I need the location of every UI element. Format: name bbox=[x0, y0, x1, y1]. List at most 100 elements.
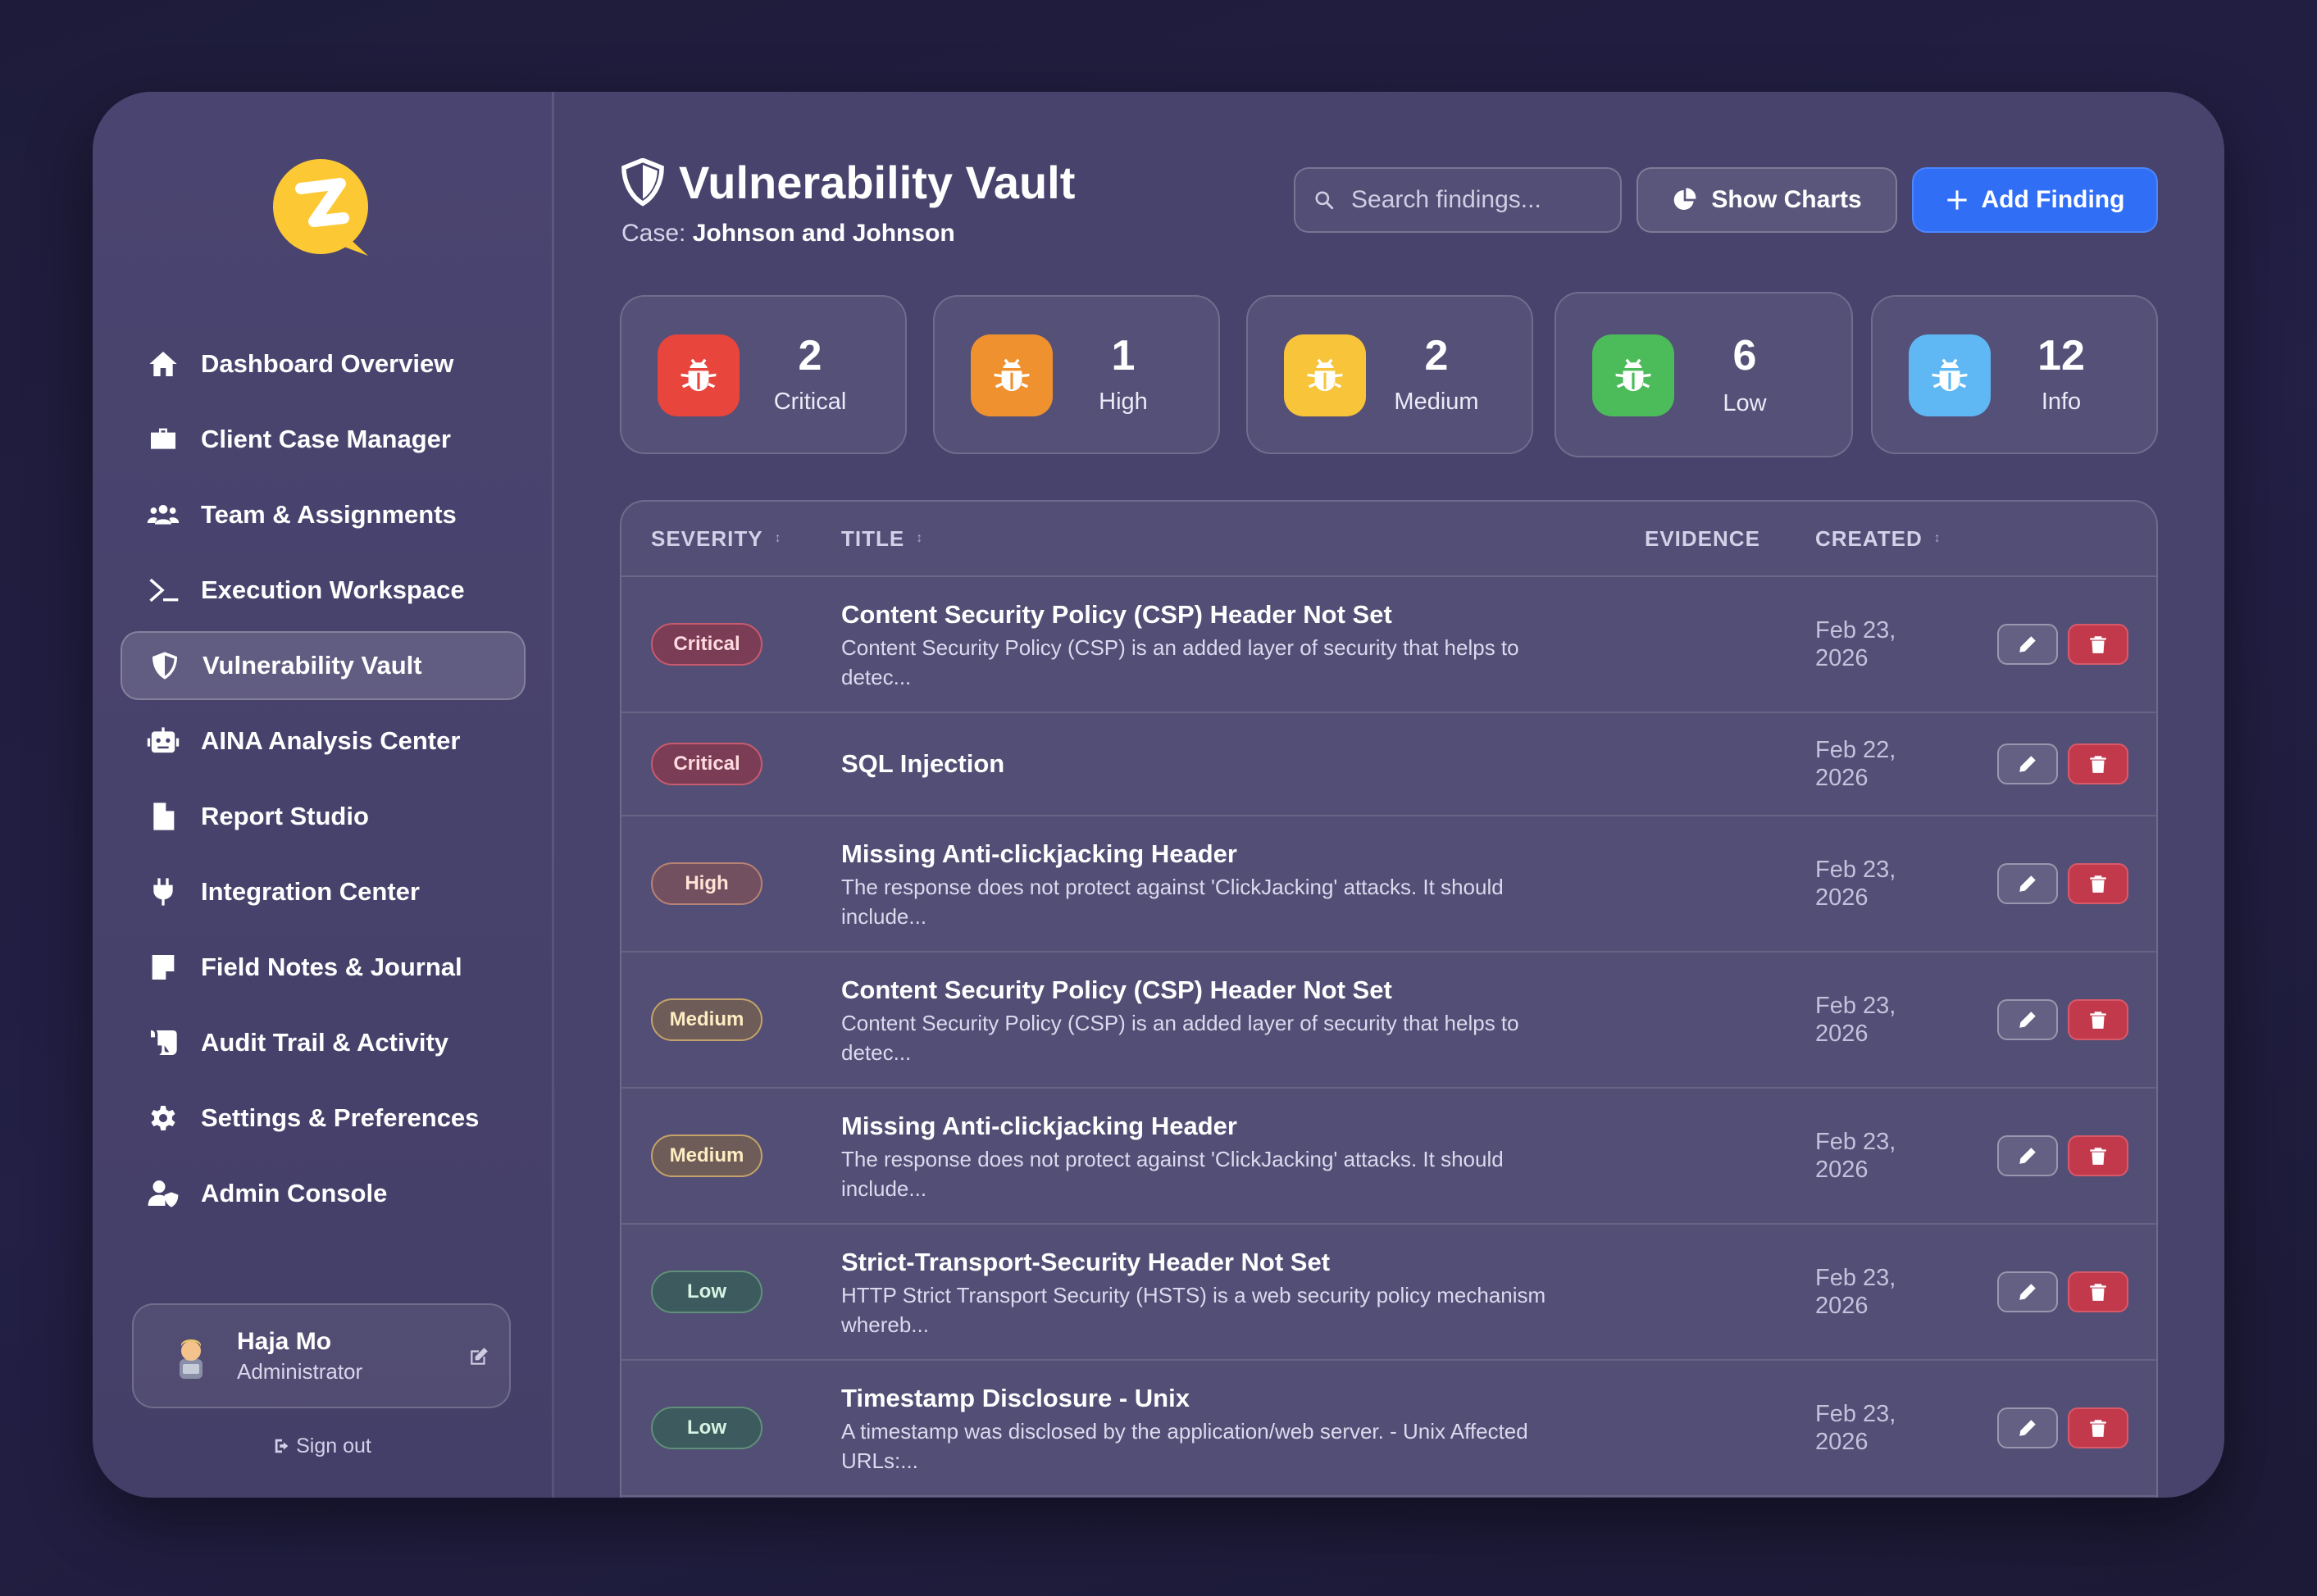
terminal-icon bbox=[145, 572, 181, 608]
pencil-icon bbox=[2019, 1420, 2036, 1436]
sidebar-item-integration-center[interactable]: Integration Center bbox=[121, 857, 526, 926]
sidebar-item-label: AINA Analysis Center bbox=[201, 726, 461, 755]
pencil-icon bbox=[2019, 756, 2036, 772]
edit-button[interactable] bbox=[1997, 999, 2058, 1040]
trash-icon bbox=[2090, 1012, 2106, 1029]
stat-card-critical[interactable]: 2 Critical bbox=[620, 295, 907, 454]
delete-button[interactable] bbox=[2068, 1407, 2128, 1448]
stat-card-high[interactable]: 1 High bbox=[933, 295, 1220, 454]
finding-description: Content Security Policy (CSP) is an adde… bbox=[841, 635, 1519, 689]
delete-button[interactable] bbox=[2068, 624, 2128, 665]
edit-button[interactable] bbox=[1997, 1135, 2058, 1176]
users-icon bbox=[145, 497, 181, 533]
add-finding-button[interactable]: Add Finding bbox=[1912, 167, 2158, 233]
finding-title[interactable]: Strict-Transport-Security Header Not Set bbox=[841, 1248, 1330, 1277]
table-row[interactable]: Low Timestamp Disclosure - Unix A timest… bbox=[621, 1361, 2156, 1497]
edit-profile-icon[interactable] bbox=[468, 1346, 489, 1367]
sidebar-item-aina-analysis[interactable]: AINA Analysis Center bbox=[121, 707, 526, 775]
user-info: Haja Mo Administrator bbox=[237, 1328, 362, 1385]
sidebar-item-label: Client Case Manager bbox=[201, 425, 451, 453]
sidebar-item-label: Admin Console bbox=[201, 1179, 388, 1207]
finding-description: Content Security Policy (CSP) is an adde… bbox=[841, 1011, 1519, 1065]
search-input[interactable] bbox=[1350, 185, 1615, 215]
edit-button[interactable] bbox=[1997, 1271, 2058, 1312]
stat-label: Info bbox=[2041, 389, 2082, 415]
finding-title[interactable]: Timestamp Disclosure - Unix bbox=[841, 1384, 1190, 1413]
pencil-icon bbox=[2019, 1012, 2036, 1028]
case-subtitle: Case: Johnson and Johnson bbox=[621, 220, 955, 248]
created-date: Feb 23, 2026 bbox=[1815, 993, 1896, 1047]
column-header-created[interactable]: CREATED ↕ bbox=[1815, 526, 1941, 552]
sidebar-item-settings[interactable]: Settings & Preferences bbox=[121, 1084, 526, 1153]
home-icon bbox=[145, 346, 181, 382]
sidebar-item-audit-trail[interactable]: Audit Trail & Activity bbox=[121, 1008, 526, 1077]
table-row[interactable]: Medium Content Security Policy (CSP) Hea… bbox=[621, 953, 2156, 1089]
show-charts-button[interactable]: Show Charts bbox=[1636, 167, 1897, 233]
pencil-icon bbox=[2019, 1148, 2036, 1164]
bug-icon bbox=[1284, 334, 1366, 416]
robot-icon bbox=[145, 723, 181, 759]
finding-description: HTTP Strict Transport Security (HSTS) is… bbox=[841, 1283, 1546, 1337]
delete-button[interactable] bbox=[2068, 743, 2128, 784]
edit-button[interactable] bbox=[1997, 863, 2058, 904]
finding-title[interactable]: Content Security Policy (CSP) Header Not… bbox=[841, 600, 1392, 630]
stat-count: 1 bbox=[1111, 332, 1136, 380]
sign-out-link[interactable]: Sign out bbox=[93, 1435, 552, 1458]
severity-badge: Critical bbox=[651, 743, 762, 785]
sidebar-item-report-studio[interactable]: Report Studio bbox=[121, 782, 526, 851]
app-logo[interactable] bbox=[271, 157, 375, 261]
table-row[interactable]: Critical Content Security Policy (CSP) H… bbox=[621, 577, 2156, 713]
table-row[interactable]: Medium Missing Anti-clickjacking Header … bbox=[621, 1089, 2156, 1225]
stat-count: 2 bbox=[1424, 332, 1449, 380]
column-header-title[interactable]: TITLE ↕ bbox=[841, 526, 923, 552]
stat-card-medium[interactable]: 2 Medium bbox=[1246, 295, 1533, 454]
stat-label: Low bbox=[1723, 390, 1767, 416]
sidebar-item-admin-console[interactable]: Admin Console bbox=[121, 1159, 526, 1228]
stat-label: High bbox=[1099, 389, 1148, 415]
severity-badge: Critical bbox=[651, 623, 762, 666]
finding-title[interactable]: Missing Anti-clickjacking Header bbox=[841, 1112, 1237, 1141]
sidebar-item-client-case-manager[interactable]: Client Case Manager bbox=[121, 405, 526, 474]
sidebar-item-team[interactable]: Team & Assignments bbox=[121, 480, 526, 549]
delete-button[interactable] bbox=[2068, 1271, 2128, 1312]
created-date: Feb 23, 2026 bbox=[1815, 1129, 1896, 1183]
sign-out-label: Sign out bbox=[296, 1435, 371, 1457]
main-content: Vulnerability Vault Case: Johnson and Jo… bbox=[554, 92, 2224, 1498]
delete-button[interactable] bbox=[2068, 999, 2128, 1040]
severity-badge: Medium bbox=[651, 998, 762, 1041]
delete-button[interactable] bbox=[2068, 1135, 2128, 1176]
case-prefix: Case: bbox=[621, 220, 686, 247]
sidebar-item-field-notes[interactable]: Field Notes & Journal bbox=[121, 933, 526, 1002]
edit-button[interactable] bbox=[1997, 743, 2058, 784]
plug-icon bbox=[145, 874, 181, 910]
stat-card-low[interactable]: 6 Low bbox=[1555, 292, 1853, 457]
sidebar-item-dashboard[interactable]: Dashboard Overview bbox=[121, 330, 526, 398]
created-date: Feb 23, 2026 bbox=[1815, 617, 1896, 671]
table-row[interactable]: Critical SQL Injection Feb 22, 2026 bbox=[621, 713, 2156, 816]
delete-button[interactable] bbox=[2068, 863, 2128, 904]
sidebar-item-label: Dashboard Overview bbox=[201, 349, 454, 378]
page-title: Vulnerability Vault bbox=[679, 157, 1076, 208]
severity-badge: Low bbox=[651, 1271, 762, 1313]
table-row[interactable]: Low Strict-Transport-Security Header Not… bbox=[621, 1225, 2156, 1361]
user-card[interactable]: Haja Mo Administrator bbox=[132, 1303, 511, 1408]
severity-badge: High bbox=[651, 862, 762, 905]
edit-button[interactable] bbox=[1997, 1407, 2058, 1448]
stat-card-info[interactable]: 12 Info bbox=[1871, 295, 2158, 454]
table-header: SEVERITY ↕ TITLE ↕ EVIDENCE CREATED ↕ bbox=[621, 502, 2156, 577]
bug-icon bbox=[1909, 334, 1991, 416]
trash-icon bbox=[2090, 875, 2106, 893]
sidebar-item-vulnerability-vault[interactable]: Vulnerability Vault bbox=[121, 631, 526, 700]
finding-title[interactable]: Content Security Policy (CSP) Header Not… bbox=[841, 975, 1392, 1005]
trash-icon bbox=[2090, 1420, 2106, 1437]
sidebar-item-execution-workspace[interactable]: Execution Workspace bbox=[121, 556, 526, 625]
column-header-severity[interactable]: SEVERITY ↕ bbox=[651, 526, 782, 552]
finding-title[interactable]: SQL Injection bbox=[841, 749, 1004, 779]
stat-count: 12 bbox=[2037, 332, 2085, 380]
pencil-icon bbox=[2019, 636, 2036, 652]
table-row[interactable]: High Missing Anti-clickjacking Header Th… bbox=[621, 816, 2156, 953]
plus-icon bbox=[1946, 190, 1967, 210]
finding-title[interactable]: Missing Anti-clickjacking Header bbox=[841, 839, 1237, 869]
add-finding-label: Add Finding bbox=[1981, 186, 2125, 213]
edit-button[interactable] bbox=[1997, 624, 2058, 665]
